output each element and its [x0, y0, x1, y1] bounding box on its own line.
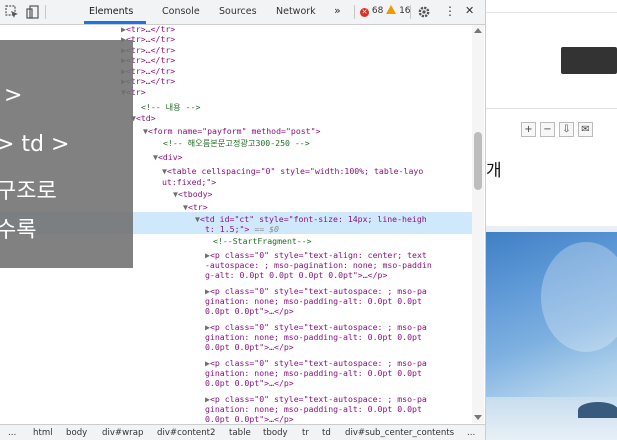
breadcrumb-item[interactable]: html — [33, 428, 53, 438]
breadcrumb-item[interactable]: div#content2 — [157, 428, 216, 438]
dom-breadcrumbs: ... html body div#wrap div#content2 tabl… — [0, 424, 485, 440]
dom-node-wrap: g-alt: 0.0pt 0.0pt 0.0pt 0.0pt">…</p> — [205, 270, 388, 280]
overlay-line: > td > — [0, 132, 70, 157]
breadcrumb-item[interactable]: table — [229, 428, 251, 438]
dom-node[interactable]: ▶<p class="0" style="text-autospace: ; m… — [205, 394, 427, 405]
breadcrumb-item[interactable]: div#wrap — [102, 428, 143, 438]
gear-icon[interactable] — [417, 5, 431, 19]
page-divider — [486, 108, 617, 109]
more-tabs-button[interactable]: » — [334, 4, 341, 17]
dom-node-wrap: gination: none; mso-padding-alt: 0.0pt 0… — [205, 404, 422, 414]
tab-elements[interactable]: Elements — [89, 6, 133, 17]
page-divider — [486, 12, 617, 13]
issues-badge[interactable]: ✕ 68 16 — [360, 5, 411, 18]
dom-node[interactable]: ▼<div> — [153, 152, 183, 163]
selected-dom-node[interactable]: ▼<td id="ct" style="font-size: 14px; lin… — [195, 214, 427, 225]
email-button[interactable]: ✉ — [578, 122, 593, 137]
warning-count: 16 — [399, 6, 411, 16]
dom-node-wrap: 0.0pt 0.0pt">…</p> — [205, 378, 294, 388]
dom-node-wrap: 0.0pt 0.0pt">…</p> — [205, 414, 294, 424]
dom-node[interactable]: ▶<p class="0" style="text-autospace: ; m… — [205, 286, 427, 297]
dom-node-wrap: 0.0pt 0.0pt">…</p> — [205, 306, 294, 316]
page-dark-button[interactable] — [561, 47, 617, 74]
dom-tree-scrollbar[interactable] — [472, 25, 484, 423]
dom-node-wrap: ut:fixed;"> — [162, 177, 217, 187]
dom-node[interactable]: ▶<tr>…</tr> — [121, 24, 175, 35]
caption-overlay: > > td > 구조로 수록 — [0, 40, 133, 268]
tab-console[interactable]: Console — [162, 6, 200, 17]
tab-network[interactable]: Network — [276, 6, 316, 17]
zoom-in-button[interactable]: + — [521, 122, 536, 137]
tab-sources[interactable]: Sources — [219, 6, 257, 17]
inspect-element-icon[interactable] — [5, 5, 19, 19]
dom-node-wrap: gination: none; mso-padding-alt: 0.0pt 0… — [205, 368, 422, 378]
zoom-out-button[interactable]: − — [540, 122, 555, 137]
console-ref: == $0 — [254, 224, 279, 234]
page-title: 개 — [486, 161, 502, 181]
dom-node-wrap: gination: none; mso-padding-alt: 0.0pt 0… — [205, 296, 422, 306]
web-page: + − ⇩ ✉ 개 — [486, 0, 617, 440]
dom-node[interactable]: ▶<p class="0" style="text-autospace: ; m… — [205, 358, 427, 369]
dom-node[interactable]: ▶<p class="0" style="text-align: center;… — [205, 250, 427, 261]
dom-node[interactable]: ▼<td> — [131, 113, 156, 124]
more-options-icon[interactable]: ⋮ — [444, 4, 456, 18]
breadcrumb-scroll-left[interactable]: ... — [8, 428, 16, 438]
breadcrumb-item[interactable]: div#sub_center_contents — [345, 428, 454, 438]
dom-node[interactable]: ▼<form name="payform" method="post"> — [143, 126, 320, 137]
dom-comment[interactable]: <!-- 내용 --> — [141, 102, 200, 113]
devtools-toolbar: Elements Console Sources Network » ✕ 68 … — [0, 0, 485, 25]
breadcrumb-item[interactable]: tbody — [263, 428, 288, 438]
dom-comment[interactable]: <!-- 해오름본문고정광고300-250 --> — [163, 138, 310, 149]
dom-node-wrap: -autospace: ; mso-pagination: none; mso-… — [205, 260, 432, 270]
download-button[interactable]: ⇩ — [559, 122, 574, 137]
dom-node[interactable]: ▶<p class="0" style="text-autospace: ; m… — [205, 322, 427, 333]
dom-node-wrap: gination: none; mso-padding-alt: 0.0pt 0… — [205, 332, 422, 342]
dom-node[interactable]: ▼<tbody> — [173, 189, 212, 200]
scroll-down-icon[interactable] — [474, 415, 482, 420]
overlay-line: 수록 — [0, 218, 37, 243]
dom-node[interactable]: ▼<table cellspacing="0" style="width:100… — [162, 166, 423, 177]
breadcrumb-item[interactable]: tr — [302, 428, 309, 438]
dom-node[interactable]: ▼<tr> — [183, 202, 208, 213]
breadcrumb-scroll-right[interactable]: ... — [467, 428, 475, 438]
close-icon[interactable]: ✕ — [465, 4, 474, 17]
device-toolbar-icon[interactable] — [25, 5, 39, 19]
warning-icon — [386, 5, 397, 14]
scroll-up-icon[interactable] — [474, 28, 482, 33]
breadcrumb-item[interactable]: td — [322, 428, 331, 438]
dom-node-wrap: 0.0pt 0.0pt">…</p> — [205, 342, 294, 352]
scrollbar-thumb[interactable] — [474, 132, 482, 190]
error-icon: ✕ — [360, 8, 369, 17]
article-photo — [486, 232, 617, 440]
dom-comment[interactable]: <!--StartFragment--> — [213, 236, 312, 247]
selected-dom-node-wrap: t: 1.5;"> == $0 — [205, 224, 279, 234]
error-count: 68 — [371, 6, 384, 16]
overlay-line: 구조로 — [0, 179, 57, 204]
breadcrumb-item[interactable]: body — [66, 428, 87, 438]
overlay-line: > — [4, 83, 23, 108]
